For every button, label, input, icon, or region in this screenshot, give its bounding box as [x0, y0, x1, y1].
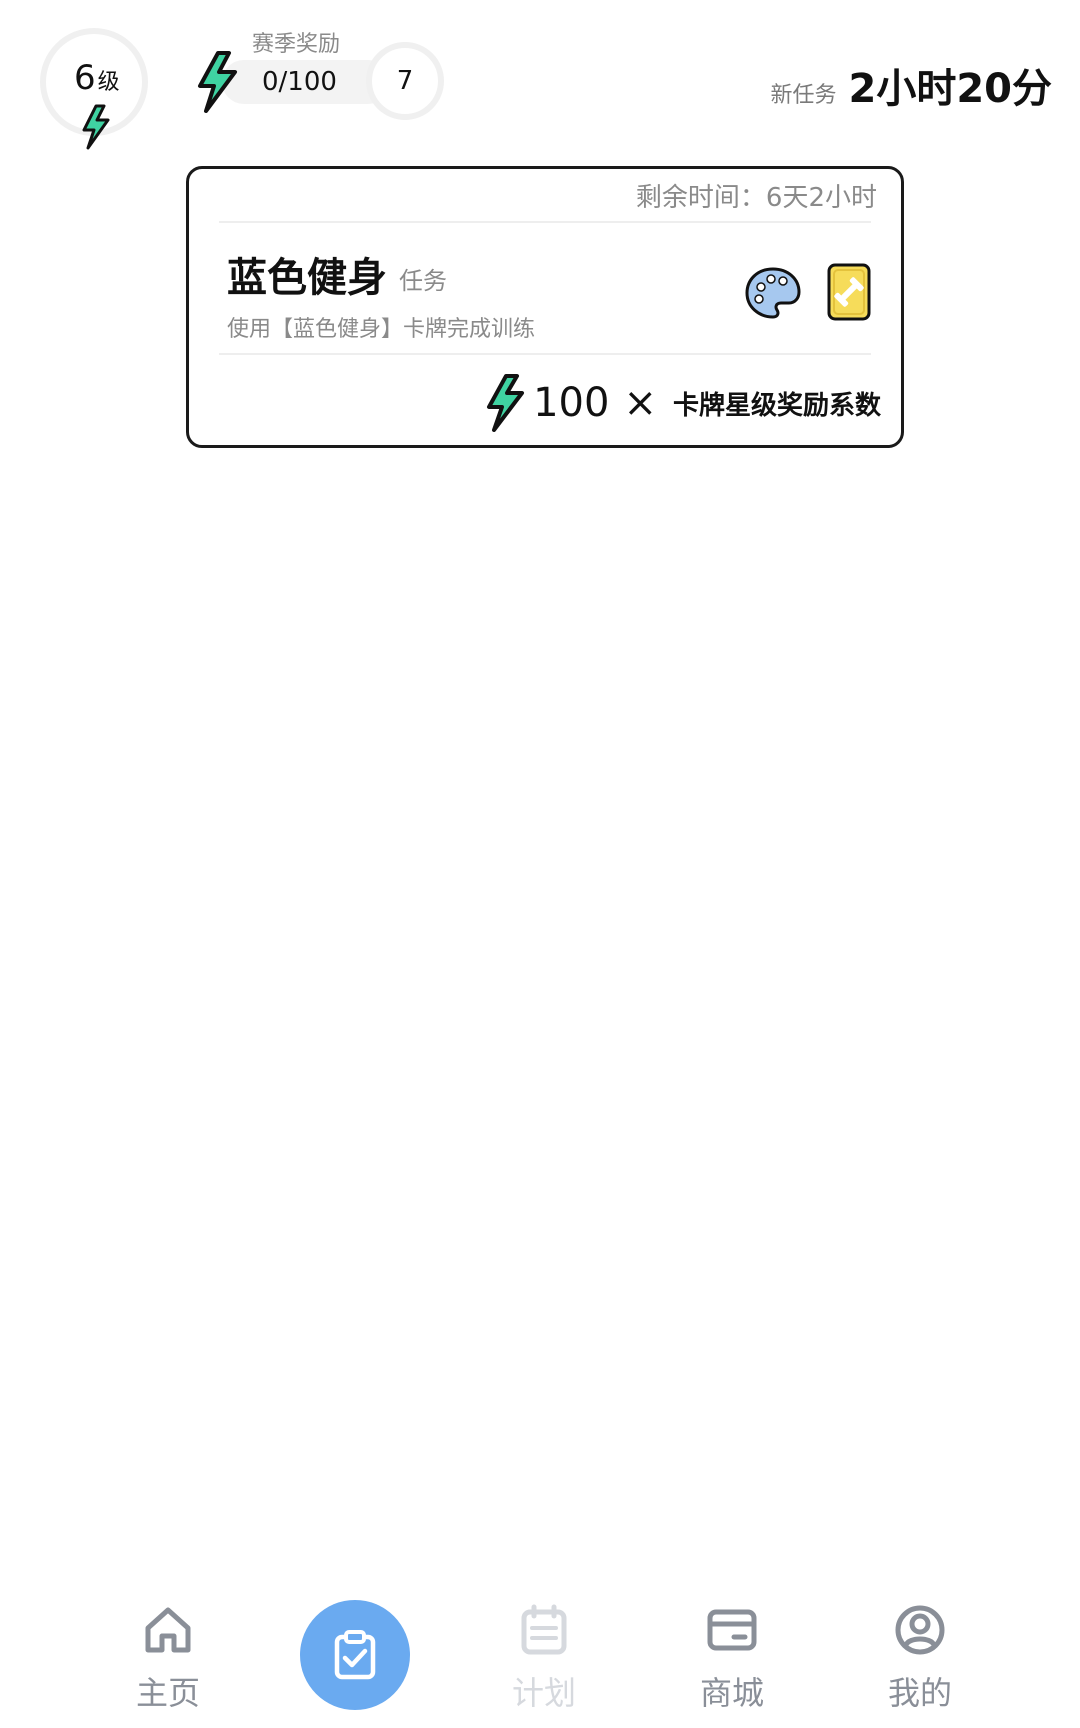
nav-home-label: 主页: [135, 1674, 200, 1712]
nav-home[interactable]: 主页: [98, 1602, 238, 1714]
lightning-icon: [198, 51, 237, 113]
new-task-label: 新任务: [770, 83, 837, 108]
level-number: 6: [74, 58, 96, 98]
reward-factor-label: 卡牌星级奖励系数: [672, 390, 881, 421]
nav-tasks[interactable]: [300, 1600, 410, 1710]
season-reward-label: 赛季奖励: [252, 32, 341, 57]
nav-plan-label: 计划: [511, 1674, 576, 1712]
reward-amount: 100: [533, 380, 610, 426]
lightning-icon: [82, 104, 110, 150]
lightning-icon: [487, 374, 525, 432]
fitness-card-icon: [827, 263, 871, 321]
remaining-time: 剩余时间：6天2小时: [635, 183, 877, 213]
home-icon: [145, 1607, 191, 1653]
nav-mine-label: 我的: [887, 1674, 952, 1712]
calendar-icon: [521, 1604, 567, 1655]
bottom-nav: 主页 计划 商城 我的: [0, 1578, 1080, 1728]
reward-multiplier: ×: [623, 380, 657, 426]
level-unit: 级: [97, 70, 120, 95]
card-icon: [707, 1609, 757, 1651]
nav-store[interactable]: 商城: [662, 1602, 802, 1714]
task-reward: 100 × 卡牌星级奖励系数: [481, 373, 881, 433]
nav-plan[interactable]: 计划: [474, 1602, 614, 1714]
level-text: 6级: [74, 58, 120, 98]
nav-store-label: 商城: [699, 1674, 764, 1712]
task-title: 蓝色健身: [227, 255, 387, 301]
new-task-timer: 新任务 2小时20分: [770, 56, 1052, 114]
user-icon: [895, 1605, 945, 1655]
divider: [219, 221, 871, 223]
season-progress-text: 0/100: [262, 67, 337, 97]
divider: [219, 353, 871, 355]
nav-mine[interactable]: 我的: [850, 1602, 990, 1714]
season-next-level: 7: [366, 42, 444, 120]
task-tag: 任务: [399, 267, 447, 295]
palette-icon: [745, 267, 801, 319]
task-card[interactable]: 剩余时间：6天2小时 蓝色健身 任务 使用【蓝色健身】卡牌完成训练 100 × …: [186, 166, 904, 448]
clipboard-check-icon: [334, 1630, 376, 1680]
new-task-time: 2小时20分: [848, 66, 1053, 112]
task-description: 使用【蓝色健身】卡牌完成训练: [227, 317, 536, 342]
